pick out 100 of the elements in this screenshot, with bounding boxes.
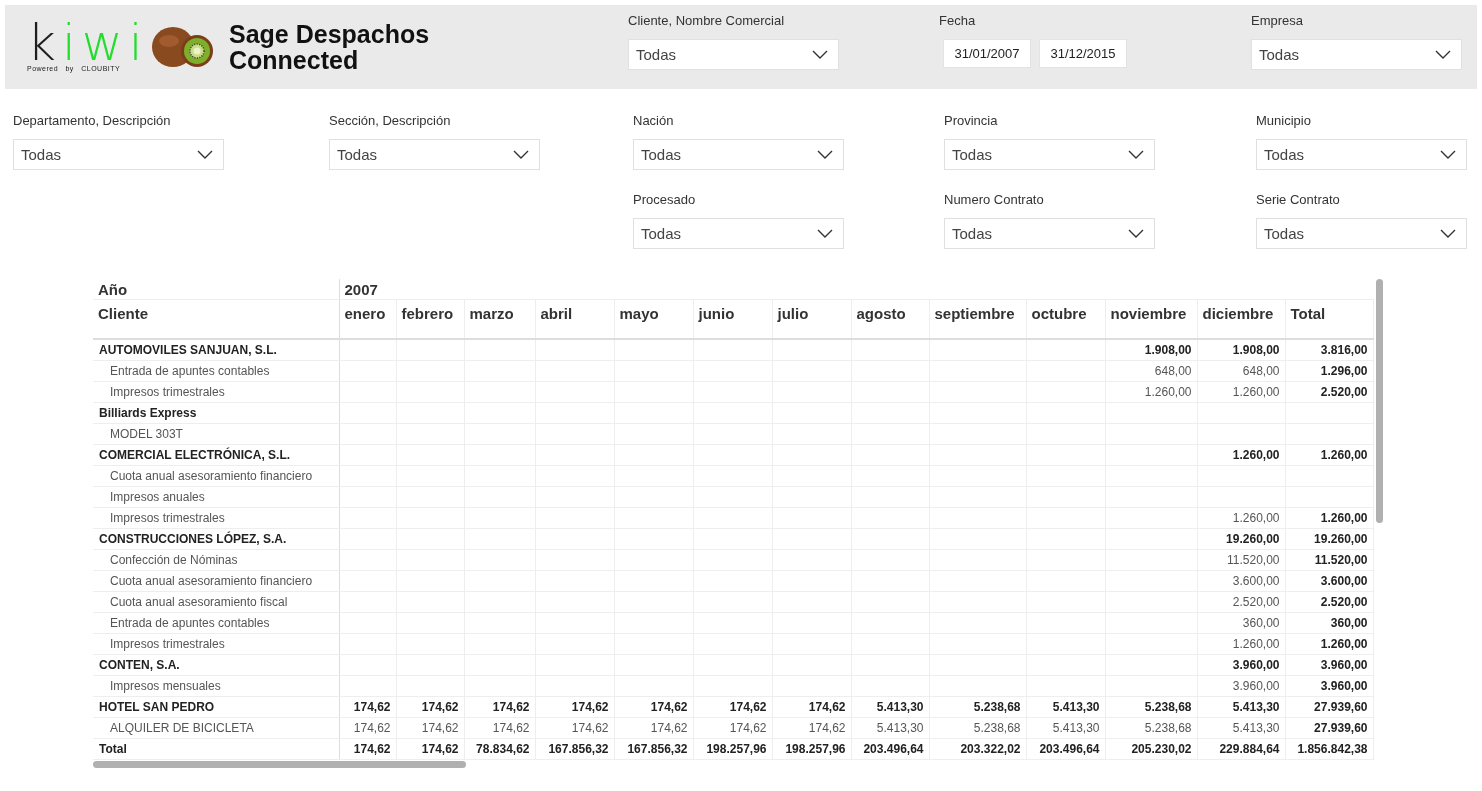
filter-dropdown[interactable]: Todas [633,218,844,249]
service-name: Impresos trimestrales [93,633,339,655]
total-label: Total [93,738,339,760]
service-name: Entrada de apuntes contables [93,612,339,634]
filter-label: Cliente, Nombre Comercial [628,13,786,30]
filter-dropdown[interactable]: Todas [13,139,224,170]
date-field[interactable]: 31/12/2015 [1039,39,1127,68]
table-cell: 5.238,68 [929,696,1026,718]
table-cell: 174,62 [396,696,464,718]
table-cell: 11.520,00 [1285,549,1373,571]
chevron-down-icon [197,150,213,159]
chevron-down-icon [1440,229,1456,238]
table-cell: 5.238,68 [1105,717,1197,739]
horizontal-scrollbar[interactable] [93,761,466,768]
chevron-down-icon [1440,150,1456,159]
table-cell: 1.260,00 [1197,507,1285,529]
table-cell: 648,00 [1197,360,1285,382]
column-header: Total [1285,299,1373,339]
filter-dropdown[interactable]: Todas [329,139,540,170]
table-cell: 2.520,00 [1197,591,1285,613]
column-header: 2007 [339,279,1373,300]
chevron-down-icon [1128,229,1144,238]
column-header: noviembre [1105,299,1197,339]
column-header: Año [93,279,339,300]
table-cell: 174,62 [339,738,396,760]
table-cell: 3.960,00 [1285,654,1373,676]
column-header: julio [772,299,851,339]
table-cell: 1.856.842,38 [1285,738,1373,760]
table-cell: 174,62 [339,696,396,718]
filter-label: Municipio [1256,113,1312,130]
filter-label: Procesado [633,192,697,209]
column-header: marzo [464,299,535,339]
filter-dropdown[interactable]: Todas [944,218,1155,249]
column-header: septiembre [929,299,1026,339]
table-cell: 174,62 [464,696,535,718]
column-header: agosto [851,299,929,339]
column-header: enero [339,299,396,339]
table-cell: 1.260,00 [1197,633,1285,655]
table-cell: 174,62 [396,717,464,739]
column-header: octubre [1026,299,1105,339]
filter-label: Nación [633,113,675,130]
table-cell: 1.260,00 [1285,444,1373,466]
filter-dropdown[interactable]: Todas [944,139,1155,170]
table-cell: 174,62 [693,696,772,718]
logo-wordmark: k iwi [27,22,149,64]
date-field[interactable]: 31/01/2007 [943,39,1031,68]
chevron-down-icon [812,50,828,59]
client-name: CONTEN, S.A. [93,654,339,676]
service-name: Impresos anuales [93,486,339,508]
table-cell: 203.322,02 [929,738,1026,760]
table-cell: 3.600,00 [1285,570,1373,592]
service-name: Cuota anual asesoramiento financiero [93,570,339,592]
table-cell: 174,62 [772,696,851,718]
table-cell: 3.600,00 [1197,570,1285,592]
client-name: HOTEL SAN PEDRO [93,696,339,718]
vertical-scrollbar[interactable] [1376,279,1383,523]
table-cell: 27.939,60 [1285,717,1373,739]
table-cell: 1.260,00 [1197,444,1285,466]
app-title: Sage Despachos Connected [229,21,431,73]
filter-dropdown[interactable]: Todas [628,39,839,70]
table-cell: 5.413,30 [1197,696,1285,718]
filter-label: Sección, Descripción [329,113,452,130]
table-cell: 174,62 [396,738,464,760]
filter-dropdown[interactable]: Todas [1256,139,1467,170]
filter-dropdown[interactable]: Todas [1256,218,1467,249]
filter-label: Empresa [1251,13,1305,30]
table-cell: 1.296,00 [1285,360,1373,382]
column-header: febrero [396,299,464,339]
table-cell: 5.413,30 [1026,717,1105,739]
table-cell: 78.834,62 [464,738,535,760]
filter-label: Departamento, Descripción [13,113,172,130]
service-name: Confección de Nóminas [93,549,339,571]
column-header: abril [535,299,614,339]
table-cell: 5.413,30 [851,717,929,739]
table-cell: 2.520,00 [1285,381,1373,403]
client-name: AUTOMOVILES SANJUAN, S.L. [93,339,339,361]
table-cell: 2.520,00 [1285,591,1373,613]
client-name: CONSTRUCCIONES LÓPEZ, S.A. [93,528,339,550]
table-cell: 174,62 [535,717,614,739]
table-cell: 167.856,32 [614,738,693,760]
filter-dropdown[interactable]: Todas [1251,39,1462,70]
table-cell: 5.238,68 [929,717,1026,739]
table-cell: 174,62 [339,717,396,739]
filter-label: Provincia [944,113,999,130]
filter-label: Fecha [939,13,977,30]
table-cell: 360,00 [1197,612,1285,634]
table-cell: 5.238,68 [1105,696,1197,718]
table-cell: 19.260,00 [1197,528,1285,550]
table-cell: 5.413,30 [851,696,929,718]
table-cell: 174,62 [464,717,535,739]
table-cell: 198.257,96 [693,738,772,760]
service-name: Entrada de apuntes contables [93,360,339,382]
table-cell: 1.260,00 [1285,633,1373,655]
table-cell: 648,00 [1105,360,1197,382]
service-name: MODEL 303T [93,423,339,445]
table-cell: 1.908,00 [1105,339,1197,361]
filter-label: Serie Contrato [1256,192,1341,209]
filter-dropdown[interactable]: Todas [633,139,844,170]
table-cell: 174,62 [535,696,614,718]
table-cell: 203.496,64 [851,738,929,760]
